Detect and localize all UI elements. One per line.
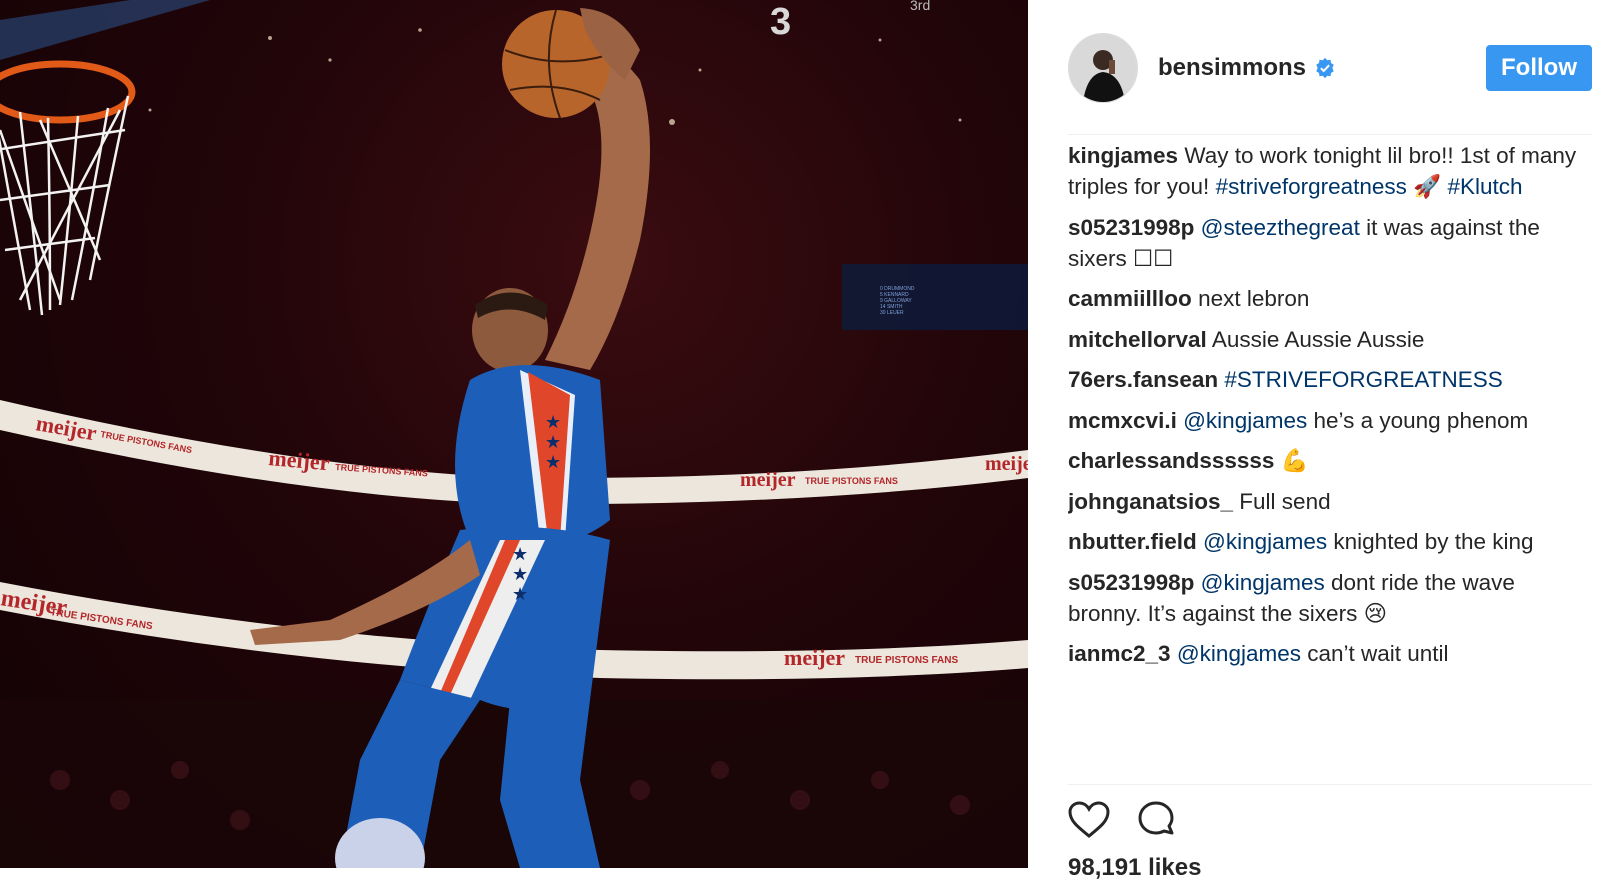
comment-text: next lebron bbox=[1198, 286, 1310, 311]
post-header: bensimmons Follow bbox=[1068, 32, 1592, 104]
mention-link[interactable]: @kingjames bbox=[1201, 570, 1325, 595]
comment-item: 76ers.fansean #STRIVEFORGREATNESS bbox=[1068, 364, 1592, 395]
comment-username[interactable]: charlessandssssss bbox=[1068, 448, 1274, 473]
svg-text:★: ★ bbox=[545, 432, 561, 453]
comment-item: johnganatsios_ Full send bbox=[1068, 486, 1592, 517]
comment-text: he’s a young phenom bbox=[1307, 407, 1529, 433]
post-side-panel: bensimmons Follow kingjames Way to work … bbox=[1028, 0, 1600, 881]
comments-list[interactable]: kingjames Way to work tonight lil bro!! … bbox=[1068, 140, 1592, 785]
hashtag-link[interactable]: #Klutch bbox=[1447, 174, 1522, 199]
banner-brand: meijer bbox=[740, 469, 796, 491]
banner-brand: meijer bbox=[268, 445, 331, 475]
follow-button[interactable]: Follow bbox=[1486, 45, 1592, 91]
hashtag-link[interactable]: #STRIVEFORGREATNESS bbox=[1224, 367, 1502, 392]
comment-item: mitchellorval Aussie Aussie Aussie bbox=[1068, 324, 1592, 355]
comment-text: 💪 bbox=[1280, 448, 1309, 473]
comment-username[interactable]: nbutter.field bbox=[1068, 529, 1197, 554]
mention-link[interactable]: @kingjames bbox=[1203, 529, 1327, 554]
comment-username[interactable]: ianmc2_3 bbox=[1068, 641, 1171, 666]
comment-username[interactable]: mitchellorval bbox=[1068, 327, 1207, 352]
banner-brand: meijer bbox=[784, 645, 845, 670]
comment-item: s05231998p @steezthegreat it was against… bbox=[1068, 212, 1592, 274]
comment-bubble-icon[interactable] bbox=[1136, 800, 1176, 840]
post-username[interactable]: bensimmons bbox=[1158, 54, 1306, 82]
post-photo[interactable]: 3 3rd 0 DRUMMOND 5 KENNARD 9 GALLOWAY 14… bbox=[0, 0, 1028, 868]
comment-text: knighted by the king bbox=[1327, 529, 1534, 554]
hashtag-link[interactable]: #striveforgreatness bbox=[1216, 174, 1407, 199]
banner-slogan: TRUE PISTONS FANS bbox=[855, 655, 958, 666]
comment-text: Aussie Aussie Aussie bbox=[1211, 326, 1425, 352]
comment-text: can’t wait until bbox=[1300, 641, 1449, 666]
scoreboard: 0 DRUMMOND 5 KENNARD 9 GALLOWAY 14 SMITH… bbox=[842, 264, 1028, 330]
avatar-image bbox=[1069, 34, 1137, 102]
banner-number: 3 bbox=[770, 1, 791, 43]
banner-brand: meijer bbox=[985, 453, 1028, 475]
comment-text: 🚀 bbox=[1406, 174, 1448, 199]
comment-item: nbutter.field @kingjames knighted by the… bbox=[1068, 526, 1592, 557]
comment-username[interactable]: mcmxcvi.i bbox=[1068, 408, 1177, 433]
svg-text:★: ★ bbox=[512, 584, 528, 605]
likes-count[interactable]: 98,191 likes bbox=[1068, 854, 1201, 882]
svg-text:★: ★ bbox=[512, 544, 528, 565]
comment-text: Full send bbox=[1239, 488, 1331, 514]
comment-item: cammiillloo next lebron bbox=[1068, 283, 1592, 314]
header-divider bbox=[1068, 134, 1592, 135]
post-actions bbox=[1068, 800, 1176, 840]
comment-username[interactable]: kingjames bbox=[1068, 143, 1178, 168]
dunk-illustration: 3 3rd 0 DRUMMOND 5 KENNARD 9 GALLOWAY 14… bbox=[0, 0, 1028, 868]
comment-username[interactable]: johnganatsios_ bbox=[1068, 489, 1233, 514]
comment-username[interactable]: cammiillloo bbox=[1068, 286, 1192, 311]
comment-username[interactable]: s05231998p bbox=[1068, 570, 1194, 595]
comment-username[interactable]: s05231998p bbox=[1068, 215, 1194, 240]
verified-badge-icon bbox=[1316, 57, 1334, 79]
mention-link[interactable]: @kingjames bbox=[1183, 408, 1307, 433]
banner-slogan: TRUE PISTONS FANS bbox=[805, 476, 898, 486]
comment-item: s05231998p @kingjames dont ride the wave… bbox=[1068, 567, 1592, 629]
comment-item: mcmxcvi.i @kingjames he’s a young phenom bbox=[1068, 405, 1592, 436]
comment-item: ianmc2_3 @kingjames can’t wait until bbox=[1068, 638, 1592, 669]
comment-item: kingjames Way to work tonight lil bro!! … bbox=[1068, 140, 1592, 202]
mention-link[interactable]: @steezthegreat bbox=[1201, 215, 1360, 240]
comment-username[interactable]: 76ers.fansean bbox=[1068, 367, 1218, 392]
scoreboard-row: 30 LEUER bbox=[880, 310, 904, 316]
comment-item: charlessandssssss 💪 bbox=[1068, 445, 1592, 476]
svg-text:★: ★ bbox=[545, 412, 561, 433]
avatar[interactable] bbox=[1068, 33, 1138, 103]
svg-text:★: ★ bbox=[512, 564, 528, 585]
mention-link[interactable]: @kingjames bbox=[1177, 641, 1301, 666]
actions-divider bbox=[1068, 784, 1592, 785]
svg-text:★: ★ bbox=[545, 452, 561, 473]
heart-icon[interactable] bbox=[1068, 801, 1110, 839]
banner-brand: meijer bbox=[34, 410, 99, 445]
scoreboard-period: 3rd bbox=[910, 0, 930, 13]
